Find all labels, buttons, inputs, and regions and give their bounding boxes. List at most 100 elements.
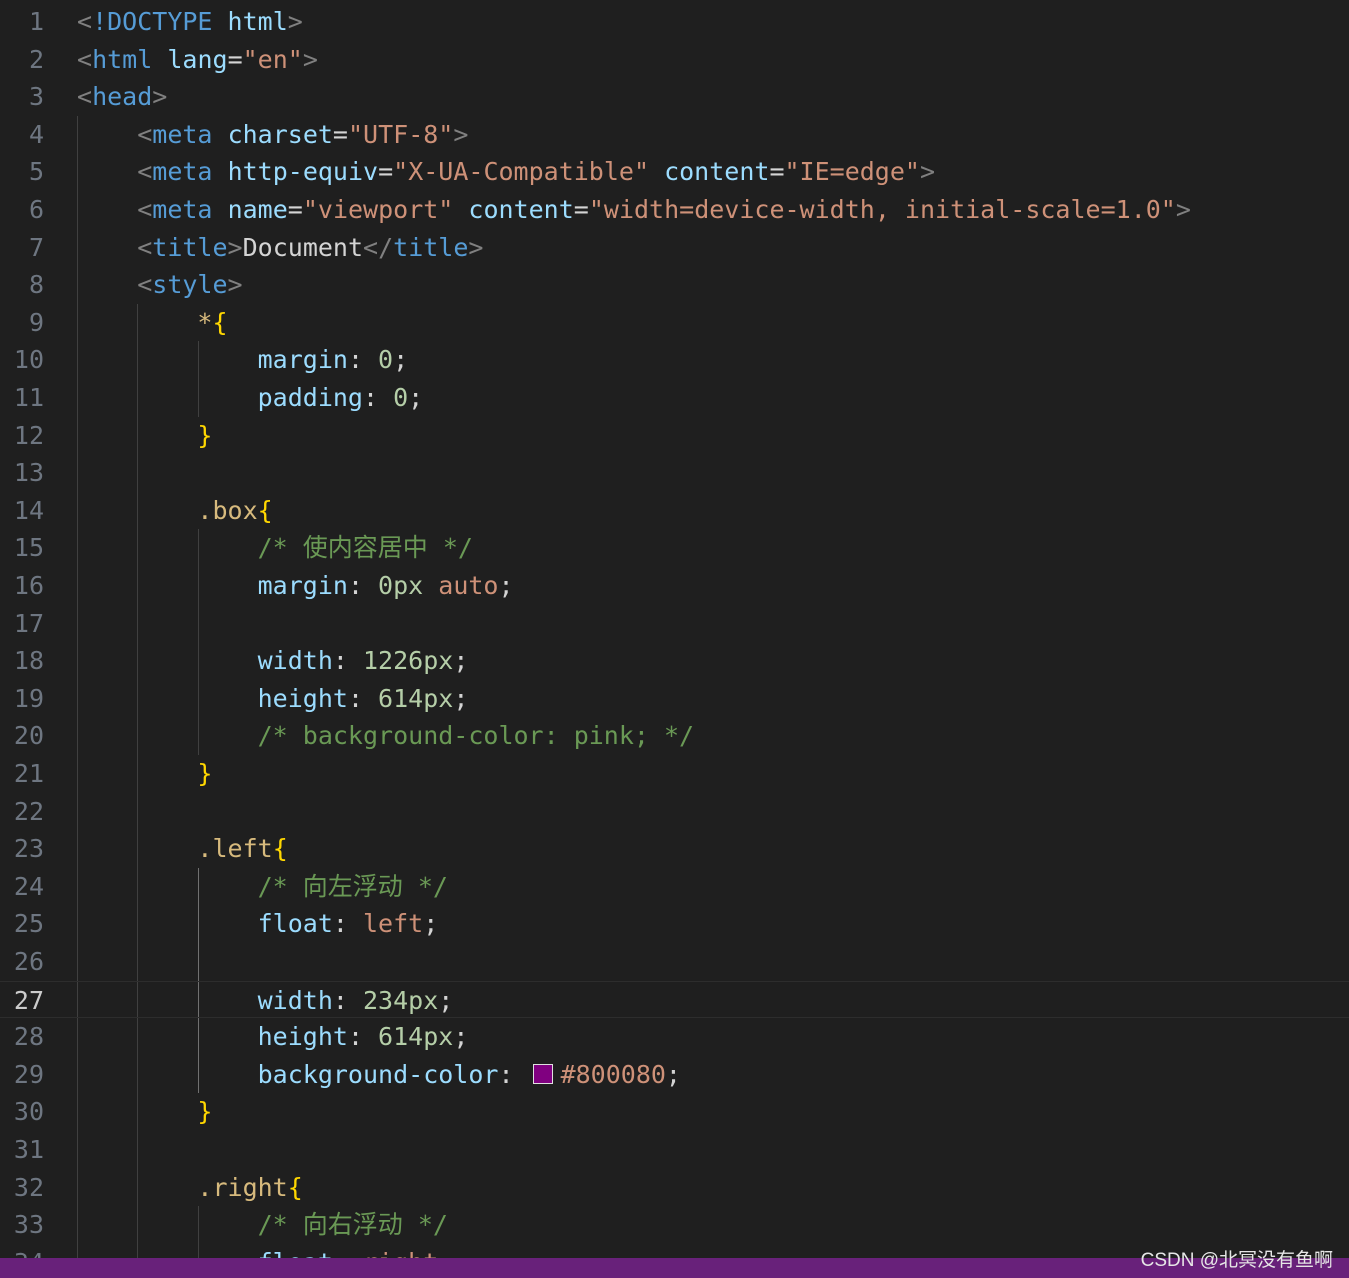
- color-swatch-icon[interactable]: [532, 1063, 553, 1084]
- line-number: 17: [13, 608, 44, 638]
- code-token: *: [197, 307, 213, 337]
- code-line[interactable]: 11 padding: 0;: [0, 379, 1349, 417]
- code-line[interactable]: 1 <!DOCTYPE html>: [0, 3, 1349, 41]
- code-line[interactable]: 7 <title>Document</title>: [0, 229, 1349, 267]
- code-line[interactable]: 26: [0, 943, 1349, 981]
- code-token: >: [152, 82, 168, 112]
- code-token: ;: [393, 345, 409, 375]
- code-line[interactable]: 29 background-color: #800080;: [0, 1056, 1349, 1094]
- code-token: .left: [197, 834, 273, 864]
- code-line[interactable]: 16 margin: 0px auto;: [0, 567, 1349, 605]
- code-token: "width=device-width, initial-scale=1.0": [588, 195, 1176, 224]
- code-token: =: [287, 195, 303, 224]
- code-line[interactable]: 19 height: 614px;: [0, 680, 1349, 718]
- line-number: 4: [28, 119, 44, 149]
- code-token: 614px: [378, 683, 454, 713]
- code-token: name: [227, 195, 288, 224]
- code-line[interactable]: 14 .box{: [0, 492, 1349, 530]
- code-token: /* 向右浮动 */: [257, 1210, 448, 1240]
- code-line[interactable]: 21 }: [0, 755, 1349, 793]
- code-token: margin: [257, 571, 348, 600]
- code-token: height: [257, 1022, 348, 1052]
- code-line[interactable]: 2 <html lang="en">: [0, 41, 1349, 79]
- code-line[interactable]: 22: [0, 793, 1349, 831]
- line-number: 12: [13, 420, 44, 450]
- code-token: <: [137, 270, 153, 300]
- code-token: <: [77, 7, 93, 36]
- code-token: >: [453, 119, 469, 149]
- code-line[interactable]: 18 width: 1226px;: [0, 642, 1349, 680]
- code-editor[interactable]: 1 <!DOCTYPE html> 2 <html lang="en"> 3 <head>…: [0, 0, 1349, 1278]
- code-text: .right{: [77, 1169, 302, 1207]
- code-text: <meta charset="UTF-8">: [77, 116, 468, 154]
- code-line[interactable]: 30 }: [0, 1093, 1349, 1131]
- code-token: ;: [498, 571, 514, 600]
- code-line[interactable]: 28 height: 614px;: [0, 1018, 1349, 1056]
- code-line[interactable]: 12 }: [0, 417, 1349, 455]
- code-token: margin: [257, 345, 348, 375]
- code-token: </: [363, 232, 394, 262]
- code-line[interactable]: 15 /* 使内容居中 */: [0, 529, 1349, 567]
- code-token: height: [257, 683, 348, 713]
- code-token: .box: [197, 495, 258, 525]
- code-line[interactable]: 5 <meta http-equiv="X-UA-Compatible" con…: [0, 153, 1349, 191]
- code-token: >: [287, 7, 303, 36]
- code-line[interactable]: 4 <meta charset="UTF-8">: [0, 116, 1349, 154]
- code-line[interactable]: 25 float: left;: [0, 905, 1349, 943]
- code-line[interactable]: 9 *{: [0, 304, 1349, 342]
- code-line[interactable]: 17: [0, 605, 1349, 643]
- line-number: 32: [13, 1172, 44, 1202]
- line-number: 11: [13, 383, 44, 412]
- line-number: 27: [13, 985, 44, 1015]
- code-token: :: [347, 683, 379, 713]
- line-number: 33: [13, 1210, 44, 1240]
- line-number: 14: [13, 495, 44, 525]
- code-line[interactable]: 24 /* 向左浮动 */: [0, 868, 1349, 906]
- code-text: <style>: [77, 266, 242, 304]
- code-line[interactable]: 8 <style>: [0, 266, 1349, 304]
- code-line[interactable]: 31: [0, 1131, 1349, 1169]
- code-token: <: [77, 82, 93, 112]
- code-token: title: [152, 232, 228, 262]
- code-token: background-color: [257, 1059, 499, 1089]
- code-text: /* background-color: pink; */: [77, 717, 695, 755]
- code-token: width: [257, 985, 333, 1015]
- code-line[interactable]: 6 <meta name="viewport" content="width=d…: [0, 191, 1349, 229]
- line-number: 9: [28, 307, 44, 337]
- code-line[interactable]: 23 .left{: [0, 830, 1349, 868]
- code-token: 614px: [378, 1022, 454, 1052]
- code-line[interactable]: 10 margin: 0;: [0, 341, 1349, 379]
- code-line[interactable]: 27 width: 234px;: [0, 980, 1349, 1019]
- line-number: 5: [28, 157, 44, 187]
- code-token: :: [332, 909, 363, 939]
- code-token: <: [77, 44, 93, 74]
- code-line[interactable]: 20 /* background-color: pink; */: [0, 717, 1349, 755]
- code-token: }: [197, 420, 213, 450]
- code-line[interactable]: 32 .right{: [0, 1169, 1349, 1207]
- line-number: 2: [28, 44, 44, 74]
- code-token: 0: [378, 345, 394, 375]
- code-token: <: [137, 119, 153, 149]
- code-token: :: [362, 383, 394, 412]
- code-line[interactable]: 13: [0, 454, 1349, 492]
- line-number: 28: [13, 1022, 44, 1052]
- code-token: ;: [408, 383, 424, 412]
- line-number: 18: [13, 646, 44, 676]
- code-token: content: [468, 195, 574, 224]
- code-token: meta: [152, 195, 213, 224]
- code-line[interactable]: 3 <head>: [0, 78, 1349, 116]
- code-token: >: [227, 232, 243, 262]
- line-number: 31: [13, 1135, 44, 1164]
- code-text: /* 使内容居中 */: [77, 529, 473, 567]
- code-token: :: [347, 345, 379, 375]
- code-line[interactable]: 33 /* 向右浮动 */: [0, 1206, 1349, 1244]
